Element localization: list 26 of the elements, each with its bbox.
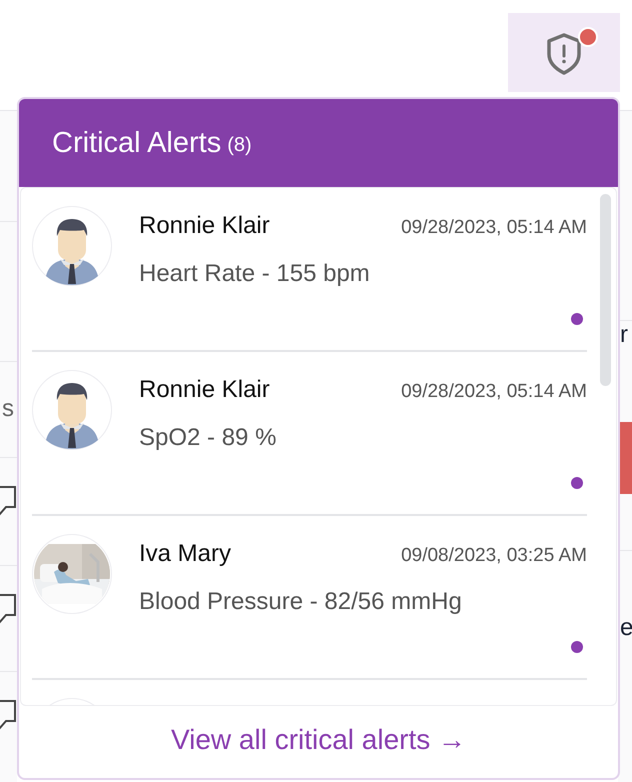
chat-icon[interactable] [0,700,16,732]
alert-count: (8) [227,134,252,157]
chat-icon[interactable] [0,594,16,626]
background-text: r [620,321,629,349]
alert-item[interactable]: Ronnie Klair 09/28/2023, 05:14 AM SpO2 - 89 % [32,352,587,516]
alert-item[interactable]: Iva Mary 09/08/2023, 03:25 AM Blood Pressure - 82/56 mmHg [32,516,587,680]
scrollbar[interactable] [600,194,611,386]
panel-title: Critical Alerts [52,126,222,160]
alert-time: 09/28/2023, 05:14 AM [401,381,587,403]
alert-time: 09/28/2023, 05:14 AM [401,217,587,239]
vital-reading: Heart Rate - 155 bpm [139,260,371,288]
background-text: e [620,614,632,642]
alert-item[interactable]: Ronnie Klair 09/28/2023, 05:14 AM Heart Rate - 155 bpm [32,188,587,352]
view-all-link[interactable]: View all critical alerts → [170,724,466,760]
shield-alert-icon [545,30,583,74]
patient-name: Iva Mary [139,540,232,568]
vital-reading: Blood Pressure - 82/56 mmHg [139,588,463,616]
patient-name: Ronnie Klair [139,212,270,240]
alert-button[interactable] [508,13,620,92]
background-text: s [2,395,15,423]
avatar-icon [32,370,112,450]
chat-icon[interactable] [0,486,16,518]
patient-name: Ronnie Klair [139,376,270,404]
alert-time: 09/08/2023, 03:25 AM [401,545,587,567]
vital-reading: SpO2 - 89 % [139,424,278,452]
avatar-icon [32,206,112,286]
